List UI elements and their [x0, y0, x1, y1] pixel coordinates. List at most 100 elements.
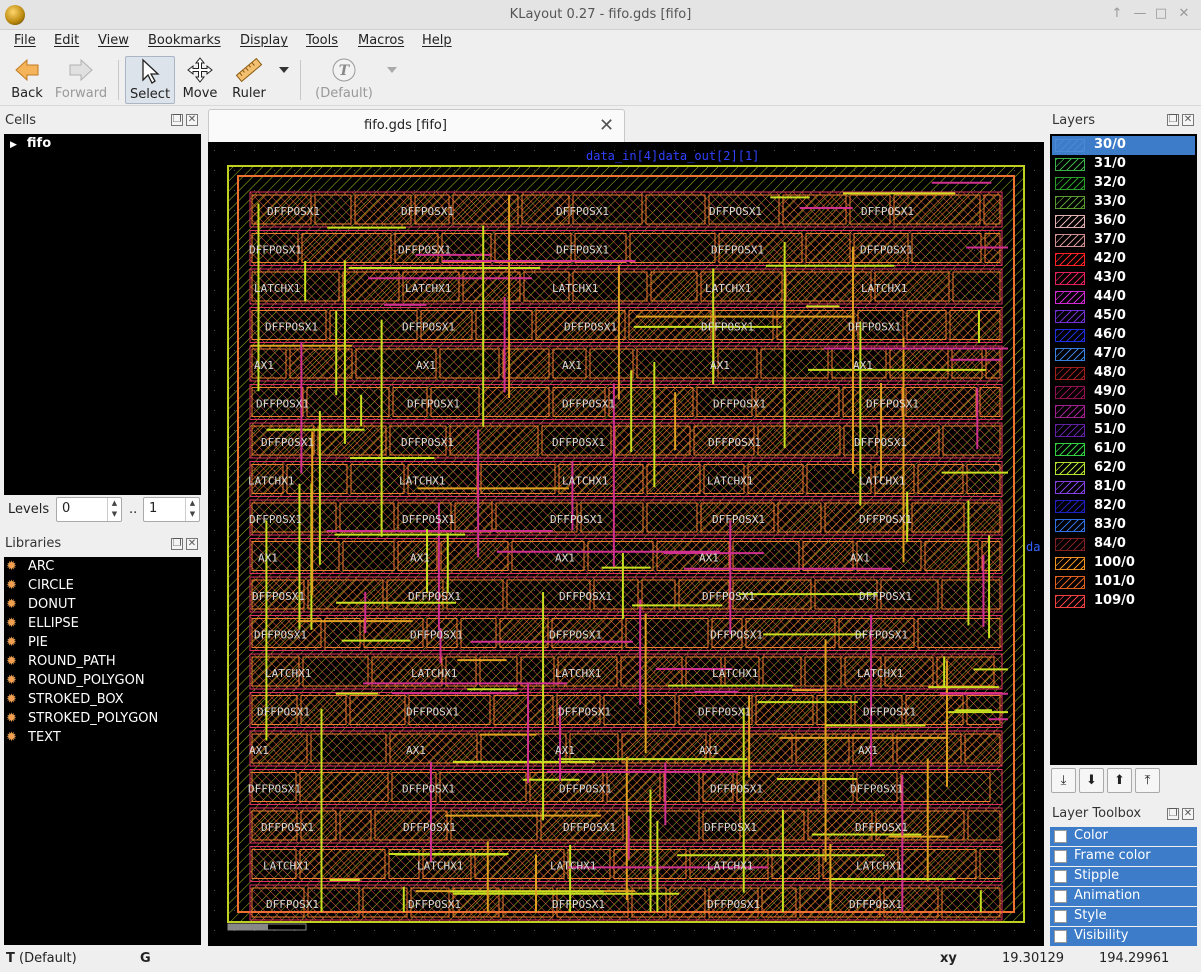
layer-row[interactable]: 43/0 — [1052, 269, 1195, 288]
layer-row[interactable]: 82/0 — [1052, 497, 1195, 516]
spin-arrows-icon[interactable]: ▲ ▼ — [107, 498, 121, 521]
move-tool-button[interactable]: Move — [178, 56, 222, 104]
more-tools-dropdown[interactable] — [276, 56, 292, 104]
layer-row[interactable]: 100/0 — [1052, 554, 1195, 573]
layer-row[interactable]: 50/0 — [1052, 402, 1195, 421]
library-item[interactable]: ✹ ROUND_POLYGON — [6, 673, 145, 688]
level-from-spinbox[interactable]: 0 ▲ ▼ — [56, 497, 122, 522]
menu-display[interactable]: Display — [240, 33, 288, 48]
menu-tools[interactable]: Tools — [306, 33, 338, 48]
float-icon[interactable]: ❐ — [1167, 808, 1179, 820]
menu-view[interactable]: View — [98, 33, 129, 48]
layer-row[interactable]: 46/0 — [1052, 326, 1195, 345]
toolbox-visibility[interactable]: Visibility — [1050, 927, 1197, 946]
layer-row[interactable]: 37/0 — [1052, 231, 1195, 250]
float-icon[interactable]: ❐ — [1167, 114, 1179, 126]
float-icon[interactable]: ❐ — [171, 538, 183, 550]
maximize-icon[interactable]: □ — [1153, 6, 1169, 21]
close-icon[interactable]: ✕ — [1182, 808, 1194, 820]
layer-row[interactable]: 48/0 — [1052, 364, 1195, 383]
layer-row[interactable]: 49/0 — [1052, 383, 1195, 402]
layer-row[interactable]: 45/0 — [1052, 307, 1195, 326]
cell-label: DFFPOSX1 — [406, 706, 459, 719]
text-options-dropdown[interactable] — [384, 56, 400, 104]
cell-label: AX1 — [416, 359, 436, 372]
menu-help[interactable]: Help — [422, 33, 452, 48]
expand-arrow-icon[interactable]: ▶ — [10, 140, 17, 150]
spin-arrows-icon[interactable]: ▲ ▼ — [185, 498, 199, 521]
cell-tree[interactable]: ▶ fifo — [4, 134, 201, 495]
pcell-gear-icon: ✹ — [6, 730, 17, 745]
layer-row[interactable]: 31/0 — [1052, 155, 1195, 174]
back-button[interactable]: Back — [6, 56, 48, 104]
close-window-icon[interactable]: ✕ — [1176, 6, 1192, 21]
menu-bookmarks[interactable]: Bookmarks — [148, 33, 221, 48]
toolbox-style[interactable]: Style — [1050, 907, 1197, 926]
select-tool-button[interactable]: Select — [125, 56, 175, 104]
float-icon[interactable]: ❐ — [171, 114, 183, 126]
keep-above-icon[interactable]: ↑ — [1109, 6, 1125, 21]
cell-label: LATCHX1 — [859, 475, 905, 488]
layer-row[interactable]: 30/0 — [1052, 136, 1195, 155]
close-tab-icon[interactable]: ✕ — [599, 115, 614, 136]
menu-edit[interactable]: Edit — [54, 33, 79, 48]
library-item[interactable]: ✹ PIE — [6, 635, 48, 650]
cell-tree-item-fifo[interactable]: ▶ fifo — [10, 136, 51, 151]
move-to-top-icon[interactable]: ⤒ — [1135, 768, 1160, 793]
cell-label: DFFPOSX1 — [866, 398, 919, 411]
toolbox-color[interactable]: Color — [1050, 827, 1197, 846]
toolbox-animation[interactable]: Animation — [1050, 887, 1197, 906]
library-item[interactable]: ✹ ARC — [6, 559, 54, 574]
layer-row[interactable]: 33/0 — [1052, 193, 1195, 212]
cell-label: DFFPOSX1 — [707, 898, 760, 911]
layer-row[interactable]: 81/0 — [1052, 478, 1195, 497]
layer-row[interactable]: 51/0 — [1052, 421, 1195, 440]
layer-row[interactable]: 101/0 — [1052, 573, 1195, 592]
cell-label: LATCHX1 — [254, 282, 300, 295]
layer-row[interactable]: 84/0 — [1052, 535, 1195, 554]
status-bar: T (Default) G xy 19.30129 194.29961 — [0, 948, 1201, 972]
pcell-gear-icon: ✹ — [6, 673, 17, 688]
close-icon[interactable]: ✕ — [1182, 114, 1194, 126]
level-to-spinbox[interactable]: 1 ▲ ▼ — [143, 497, 200, 522]
move-to-bottom-icon[interactable]: ⤓ — [1051, 768, 1076, 793]
close-icon[interactable]: ✕ — [186, 538, 198, 550]
layer-row[interactable]: 42/0 — [1052, 250, 1195, 269]
library-item[interactable]: ✹ STROKED_BOX — [6, 692, 124, 707]
layer-row[interactable]: 61/0 — [1052, 440, 1195, 459]
forward-button[interactable]: Forward — [54, 56, 108, 104]
close-icon[interactable]: ✕ — [186, 114, 198, 126]
layer-row[interactable]: 44/0 — [1052, 288, 1195, 307]
layer-row[interactable]: 62/0 — [1052, 459, 1195, 478]
move-down-icon[interactable]: ⬇ — [1079, 768, 1104, 793]
layer-swatch-icon — [1055, 310, 1085, 323]
layer-row[interactable]: 47/0 — [1052, 345, 1195, 364]
layout-canvas[interactable]: data_in[4]data_out[2][1] da DFFPOSX1 DFFP… — [208, 142, 1044, 946]
libraries-panel-title: Libraries — [5, 536, 62, 551]
move-up-icon[interactable]: ⬆ — [1107, 768, 1132, 793]
library-item[interactable]: ✹ TEXT — [6, 730, 61, 745]
layer-row[interactable]: 109/0 — [1052, 592, 1195, 611]
library-item[interactable]: ✹ ELLIPSE — [6, 616, 79, 631]
layer-row[interactable]: 32/0 — [1052, 174, 1195, 193]
library-item[interactable]: ✹ ROUND_PATH — [6, 654, 116, 669]
cell-label: DFFPOSX1 — [267, 205, 320, 218]
toolbox-stipple[interactable]: Stipple — [1050, 867, 1197, 886]
menu-file[interactable]: File — [14, 33, 36, 48]
layer-swatch-icon — [1055, 557, 1085, 570]
tab-fifo-gds[interactable]: fifo.gds [fifo] ✕ — [208, 109, 625, 142]
cell-label: DFFPOSX1 — [401, 205, 454, 218]
toolbox-frame-color[interactable]: Frame color — [1050, 847, 1197, 866]
layer-list[interactable]: 30/0 31/0 32/0 33/0 36/0 37/0 42/0 43/0 44/0 45/0… — [1050, 134, 1197, 765]
layer-row[interactable]: 36/0 — [1052, 212, 1195, 231]
minimize-icon[interactable]: — — [1132, 6, 1148, 21]
text-default-button[interactable]: T (Default) — [312, 56, 376, 104]
cell-label: AX1 — [699, 552, 719, 565]
library-item[interactable]: ✹ STROKED_POLYGON — [6, 711, 158, 726]
library-item[interactable]: ✹ CIRCLE — [6, 578, 74, 593]
library-item[interactable]: ✹ DONUT — [6, 597, 75, 612]
ruler-tool-button[interactable]: Ruler — [228, 56, 270, 104]
library-tree[interactable]: ✹ ARC ✹ CIRCLE ✹ DONUT ✹ ELLIPSE ✹ PIE ✹ ROUND… — [4, 557, 201, 945]
menu-macros[interactable]: Macros — [358, 33, 404, 48]
layer-row[interactable]: 83/0 — [1052, 516, 1195, 535]
